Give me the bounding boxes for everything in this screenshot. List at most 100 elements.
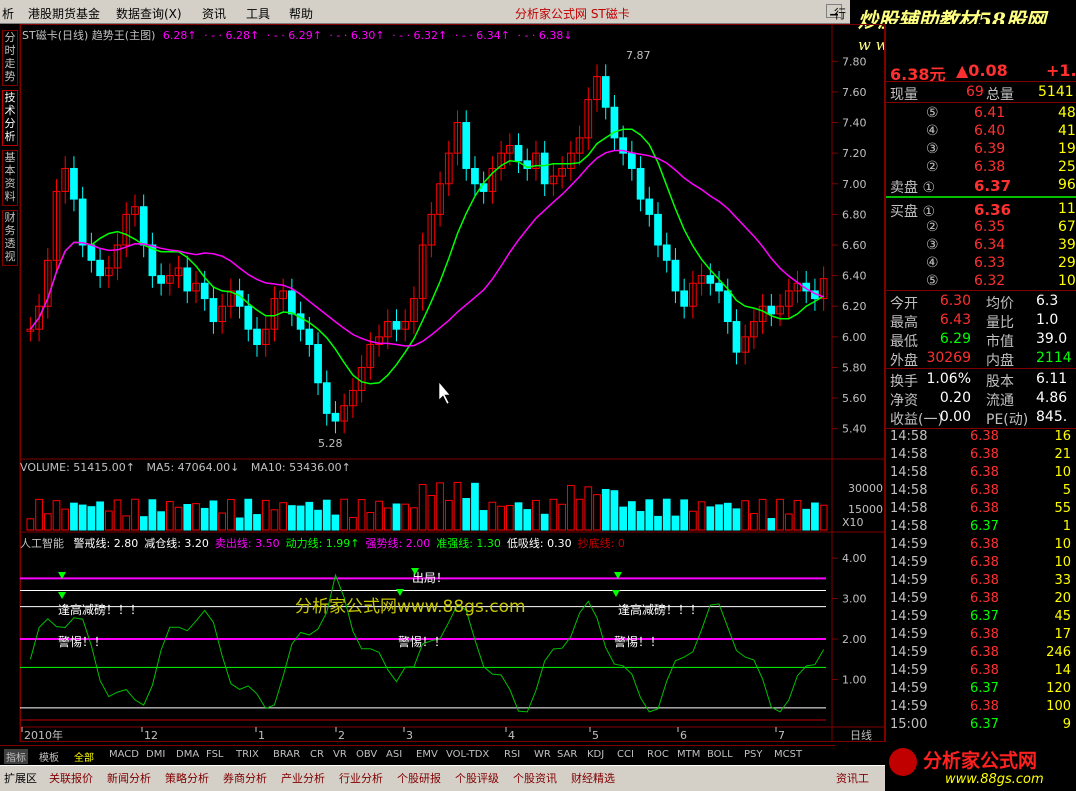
indicator-tab[interactable]: CR: [310, 749, 324, 760]
nav-tab-fundamental[interactable]: 基本资料: [2, 150, 18, 206]
tick-row: 14:59 6.38 14: [886, 662, 1076, 680]
indicator-tab[interactable]: PSY: [744, 749, 763, 760]
tick-volume: 10: [1054, 537, 1071, 552]
volume-bar: [340, 498, 349, 531]
tick-time: 14:59: [890, 609, 928, 624]
bottom-tab[interactable]: 个股研报: [397, 770, 441, 786]
volume-bar: [104, 510, 113, 531]
volume-bar: [383, 507, 392, 531]
stat-label: 今开: [890, 296, 918, 312]
price-tick-label: 6.00: [842, 331, 867, 344]
indicator-tab[interactable]: EMV: [416, 749, 438, 760]
separator: [886, 368, 1076, 369]
volume-bar: [401, 503, 410, 531]
order-book-row[interactable]: ② 6.38 25: [886, 158, 1076, 176]
indicator-tab[interactable]: BRAR: [273, 749, 300, 760]
tick-row: 14:59 6.38 17: [886, 626, 1076, 644]
candle-body: [87, 244, 96, 261]
order-book-row[interactable]: ② 6.35 67: [886, 218, 1076, 236]
separator: [886, 81, 1076, 82]
volume-bar: [157, 511, 165, 531]
nav-tab-financial[interactable]: 财务透视: [2, 210, 18, 266]
indicator-tab[interactable]: SAR: [557, 749, 577, 760]
bottom-tab[interactable]: 策略分析: [165, 770, 209, 786]
chart-svg[interactable]: 7.80 7.60 7.40 7.20 7.00 6.80 6.60 6.40 6.20 6.00…: [20, 24, 885, 742]
candle-body: [96, 259, 104, 277]
header-value: 6.28↑: [162, 29, 197, 42]
indicator-tab[interactable]: 模板: [39, 749, 59, 764]
nav-tab-technical[interactable]: 技术分析: [2, 90, 18, 146]
indicator-tab[interactable]: TRIX: [236, 749, 259, 760]
tick-row: 14:58 6.37 1: [886, 518, 1076, 536]
order-price: 6.38: [974, 159, 1006, 175]
tick-row: 14:58 6.38 55: [886, 500, 1076, 518]
indicator-tab[interactable]: KDJ: [587, 749, 604, 760]
indicator-tab[interactable]: ASI: [386, 749, 402, 760]
volume-bar: [148, 499, 157, 531]
bottom-tab[interactable]: 财经精选: [571, 770, 615, 786]
menu-item-analysis[interactable]: 析: [2, 5, 14, 22]
indicator-tab[interactable]: BOLL: [707, 749, 733, 760]
indicator-tab[interactable]: OBV: [356, 749, 377, 760]
indicator-tab[interactable]: WR: [534, 749, 551, 760]
candle-body: [244, 305, 253, 330]
indicator-tab[interactable]: 指标: [4, 749, 28, 764]
tick-time: 14:59: [890, 645, 928, 660]
menu-item-help[interactable]: 帮助: [289, 5, 313, 22]
indicator-tab[interactable]: FSL: [206, 749, 224, 760]
bottom-right-tab[interactable]: 资讯工: [836, 770, 869, 786]
indicator-tab[interactable]: DMA: [176, 749, 199, 760]
menu-item-news[interactable]: 资讯: [202, 5, 226, 22]
tick-row: 14:59 6.37 120: [886, 680, 1076, 698]
indicator-tab[interactable]: MCST: [774, 749, 802, 760]
order-book-row[interactable]: ③ 6.34 39: [886, 236, 1076, 254]
volume-bar: [497, 505, 505, 531]
order-book-row[interactable]: ④ 6.33 29: [886, 254, 1076, 272]
bottom-tab[interactable]: 个股资讯: [513, 770, 557, 786]
bottom-tab[interactable]: 新闻分析: [107, 770, 151, 786]
indicator-tick-label: 2.00: [842, 633, 867, 646]
tick-volume: 55: [1054, 501, 1071, 516]
menu-item-hk-futures[interactable]: 港股期货基金: [28, 5, 100, 22]
chart-area[interactable]: 7.80 7.60 7.40 7.20 7.00 6.80 6.60 6.40 6.20 6.00…: [20, 24, 885, 742]
volume-bar: [35, 498, 43, 531]
price-tick-label: 7.40: [842, 117, 867, 130]
indicator-tab[interactable]: VOL-TDX: [446, 749, 489, 760]
indicator-legend-item: 警戒线: 2.80: [73, 537, 139, 550]
date-tick-label: 3: [406, 729, 413, 742]
indicator-tab[interactable]: RSI: [504, 749, 520, 760]
indicator-tab[interactable]: MACD: [109, 749, 139, 760]
bottom-tab[interactable]: 行业分析: [339, 770, 383, 786]
indicator-tab[interactable]: MTM: [677, 749, 700, 760]
order-book-row[interactable]: 买盘 ① 6.36 11: [886, 200, 1076, 220]
volume-bar: [453, 481, 462, 531]
volume-bar: [392, 503, 401, 531]
price-tick-label: 5.80: [842, 361, 867, 374]
order-book-row[interactable]: ③ 6.39 196: [886, 140, 1076, 158]
date-tick-label: 12: [144, 729, 158, 742]
candle-body: [628, 152, 636, 169]
bottom-tab[interactable]: 扩展区: [4, 770, 37, 786]
nav-tab-timeshare[interactable]: 分时走势: [2, 30, 18, 86]
indicator-tab[interactable]: 全部: [74, 749, 94, 764]
menu-item-data-query[interactable]: 数据查询(X): [116, 5, 182, 22]
indicator-tab[interactable]: ROC: [647, 749, 669, 760]
candle-body: [767, 305, 776, 315]
order-book-row[interactable]: ⑤ 6.41 48: [886, 104, 1076, 122]
bottom-tab[interactable]: 关联报价: [49, 770, 93, 786]
volume-bar: [436, 482, 444, 531]
order-book-row[interactable]: 卖盘 ① 6.37 96: [886, 176, 1076, 196]
bottom-tab[interactable]: 产业分析: [281, 770, 325, 786]
indicator-tab[interactable]: VR: [333, 749, 347, 760]
order-book-row[interactable]: ⑤ 6.32 10: [886, 272, 1076, 290]
indicator-tab[interactable]: DMI: [146, 749, 165, 760]
bottom-tab[interactable]: 券商分析: [223, 770, 267, 786]
volume-tick-label: 15000: [848, 503, 883, 516]
indicator-tab[interactable]: CCI: [617, 749, 634, 760]
order-book-row[interactable]: ④ 6.40 414: [886, 122, 1076, 140]
menu-item-right[interactable]: 行: [834, 5, 846, 22]
menu-item-tools[interactable]: 工具: [246, 5, 270, 22]
volume-bar: [43, 513, 52, 531]
tick-volume: 120: [1046, 681, 1071, 696]
bottom-tab[interactable]: 个股评级: [455, 770, 499, 786]
